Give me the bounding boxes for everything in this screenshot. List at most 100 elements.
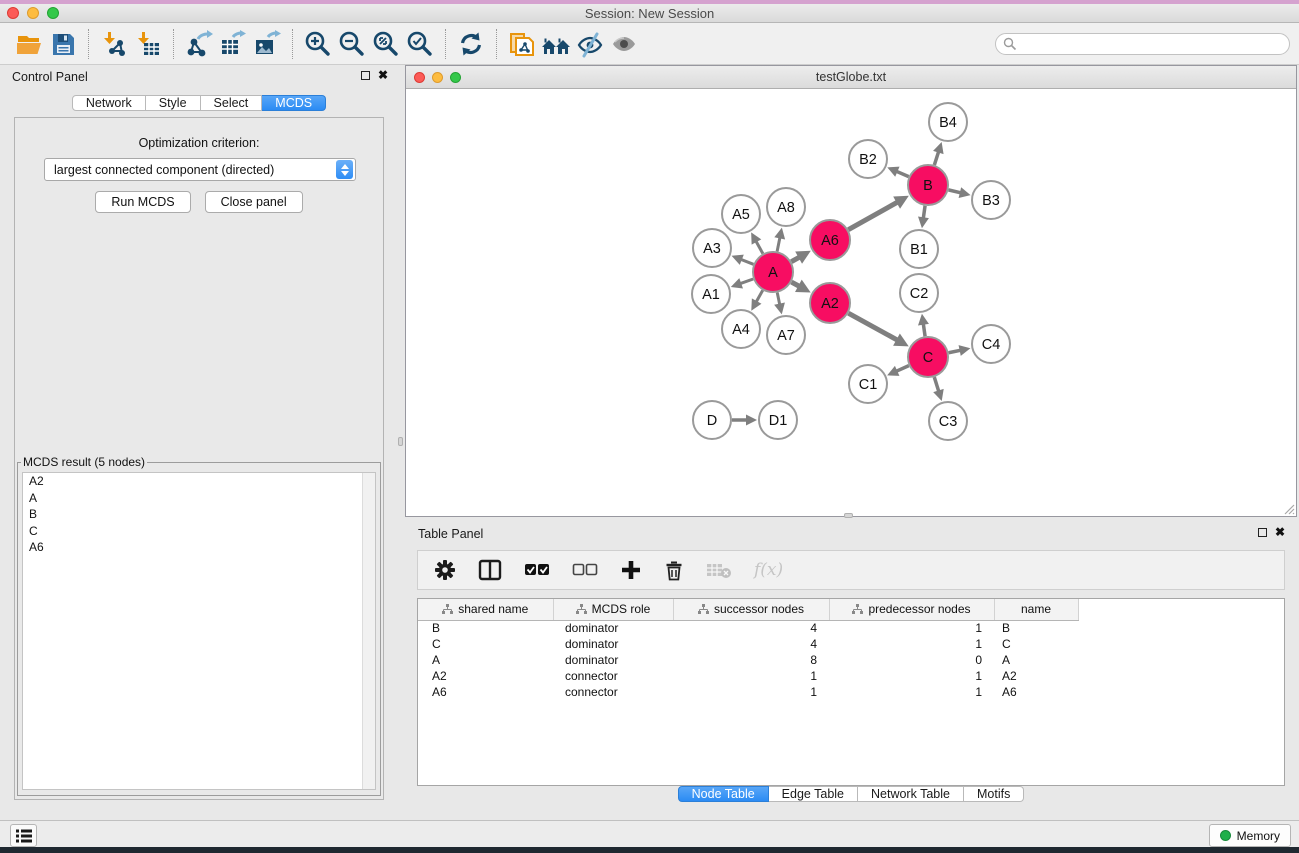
memory-status-icon	[1220, 830, 1231, 841]
control-panel-tabs: Network Style Select MCDS	[0, 95, 398, 111]
select-all-icon[interactable]	[524, 563, 550, 577]
mcds-result-title: MCDS result (5 nodes)	[21, 455, 147, 469]
graph-node-label: D1	[769, 413, 788, 429]
graph-edge[interactable]	[948, 190, 961, 193]
mcds-result-list[interactable]: A2ABCA6	[22, 472, 376, 790]
tab-mcds[interactable]: MCDS	[262, 95, 326, 111]
panel-divider-handle[interactable]	[398, 437, 403, 446]
tab-network[interactable]: Network	[72, 95, 146, 111]
mcds-result-item[interactable]: A2	[23, 473, 375, 490]
tab-style[interactable]: Style	[146, 95, 201, 111]
graph-node-label: B2	[859, 152, 877, 168]
zoom-in-icon[interactable]	[301, 28, 335, 60]
graph-edge[interactable]	[740, 259, 754, 264]
mcds-result-item[interactable]: B	[23, 506, 375, 523]
graph-edge[interactable]	[848, 202, 898, 230]
network-window-titlebar[interactable]: testGlobe.txt	[406, 66, 1296, 89]
search-box[interactable]	[995, 33, 1290, 55]
export-image-icon[interactable]	[250, 28, 284, 60]
graph-edge-arrowhead	[774, 303, 785, 315]
table-row[interactable]: A2connector11A2	[418, 668, 1078, 684]
graph-edge[interactable]	[896, 171, 909, 177]
node-table[interactable]: shared name MCDS role successor nodes pr…	[417, 598, 1285, 786]
network-graph[interactable]: AA1A2A3A4A5A6A7A8BB1B2B3B4CC1C2C3C4DD1	[407, 90, 1295, 516]
close-table-panel-icon[interactable]: ✖	[1275, 527, 1285, 537]
graph-edge[interactable]	[739, 279, 753, 284]
export-network-icon[interactable]	[182, 28, 216, 60]
save-icon[interactable]	[46, 28, 80, 60]
search-input[interactable]	[1017, 35, 1289, 53]
import-network-icon[interactable]	[97, 28, 131, 60]
tab-edge-table[interactable]: Edge Table	[769, 786, 858, 802]
mcds-list-scrollbar[interactable]	[362, 473, 375, 789]
zoom-out-icon[interactable]	[335, 28, 369, 60]
gear-icon[interactable]	[434, 559, 456, 581]
deselect-all-icon[interactable]	[572, 563, 598, 577]
optimization-criterion-label: Optimization criterion:	[15, 136, 383, 150]
graph-edge-arrowhead	[959, 187, 971, 198]
graph-node-label: A	[768, 265, 778, 281]
tab-select[interactable]: Select	[201, 95, 263, 111]
export-table-icon[interactable]	[216, 28, 250, 60]
graph-edge[interactable]	[848, 313, 898, 340]
mcds-result-item[interactable]: A6	[23, 539, 375, 556]
task-history-button[interactable]	[10, 824, 37, 847]
table-row[interactable]: A6connector11A6	[418, 684, 1078, 700]
table-header-row: shared name MCDS role successor nodes pr…	[418, 599, 1078, 620]
status-bar: Memory	[0, 820, 1299, 847]
show-panels-icon[interactable]	[607, 28, 641, 60]
clone-network-icon[interactable]	[505, 28, 539, 60]
column-header-shared-name[interactable]: shared name	[418, 599, 553, 620]
column-settings-icon[interactable]	[478, 559, 502, 581]
float-table-panel-icon[interactable]	[1258, 528, 1267, 537]
column-header-successor-nodes[interactable]: successor nodes	[673, 599, 829, 620]
refresh-icon[interactable]	[454, 28, 488, 60]
table-row[interactable]: Cdominator41C	[418, 636, 1078, 652]
graph-node-label: B	[923, 178, 933, 194]
network-canvas[interactable]: AA1A2A3A4A5A6A7A8BB1B2B3B4CC1C2C3C4DD1	[407, 90, 1295, 516]
graph-edge[interactable]	[755, 240, 762, 253]
delete-icon[interactable]	[664, 559, 684, 581]
graph-edge[interactable]	[756, 290, 763, 303]
zoom-selected-icon[interactable]	[403, 28, 437, 60]
delete-table-icon	[706, 561, 732, 579]
close-panel-icon[interactable]: ✖	[378, 70, 388, 80]
tab-node-table[interactable]: Node Table	[678, 786, 769, 802]
graph-edge[interactable]	[777, 236, 780, 251]
graph-edge[interactable]	[895, 366, 908, 372]
select-stepper-icon	[336, 160, 353, 179]
graph-edge[interactable]	[934, 151, 939, 165]
control-panel: Control Panel ✖ Network Style Select MCD…	[0, 65, 398, 820]
optimization-select[interactable]: largest connected component (directed)	[44, 158, 356, 181]
resize-grip-icon[interactable]	[1281, 501, 1295, 515]
graph-edge[interactable]	[923, 323, 925, 336]
column-header-predecessor-nodes[interactable]: predecessor nodes	[829, 599, 994, 620]
tab-motifs[interactable]: Motifs	[964, 786, 1024, 802]
close-panel-button[interactable]: Close panel	[205, 191, 303, 213]
graph-edge[interactable]	[923, 206, 925, 219]
column-header-name[interactable]: name	[994, 599, 1078, 620]
table-row[interactable]: Adominator80A	[418, 652, 1078, 668]
graph-edge-arrowhead	[746, 415, 757, 426]
import-table-icon[interactable]	[131, 28, 165, 60]
run-mcds-button[interactable]: Run MCDS	[95, 191, 190, 213]
table-row[interactable]: Bdominator41B	[418, 620, 1078, 636]
mcds-result-item[interactable]: C	[23, 523, 375, 540]
add-icon[interactable]	[620, 559, 642, 581]
float-panel-icon[interactable]	[361, 71, 370, 80]
graph-edge[interactable]	[934, 377, 939, 392]
mcds-result-item[interactable]: A	[23, 490, 375, 507]
zoom-fit-icon[interactable]	[369, 28, 403, 60]
open-file-icon[interactable]	[12, 28, 46, 60]
network-window-title: testGlobe.txt	[406, 70, 1296, 84]
split-divider-handle[interactable]	[844, 513, 853, 518]
window-title: Session: New Session	[0, 6, 1299, 21]
table-panel-title: Table Panel	[418, 527, 483, 541]
home-icon[interactable]	[539, 28, 573, 60]
tab-network-table[interactable]: Network Table	[858, 786, 964, 802]
titlebar[interactable]: Session: New Session	[0, 4, 1299, 23]
hide-panels-icon[interactable]	[573, 28, 607, 60]
memory-button[interactable]: Memory	[1209, 824, 1291, 847]
column-header-mcds-role[interactable]: MCDS role	[553, 599, 673, 620]
toolbar-separator	[173, 29, 174, 59]
